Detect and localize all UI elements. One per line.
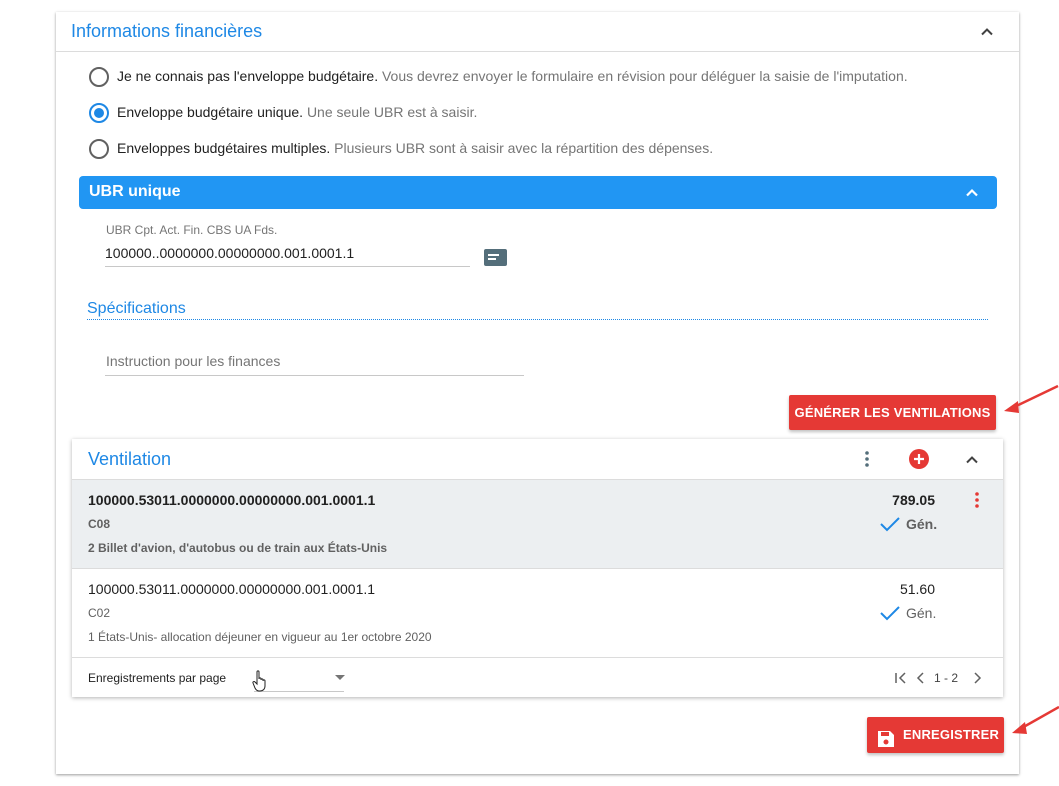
table-footer: Enregistrements par page 1 - 2 xyxy=(72,658,1003,697)
generate-ventilations-button[interactable]: GÉNÉRER LES VENTILATIONS xyxy=(789,395,996,430)
ventilation-card: Ventilation 100000.53011.0000000.0000000… xyxy=(72,439,1003,697)
row-amount: 51.60 xyxy=(899,581,935,597)
row-code: C08 xyxy=(88,517,111,531)
section-title: Informations financières xyxy=(71,21,263,41)
option-label: Enveloppe budgétaire unique. xyxy=(117,104,304,120)
row-amount: 789.05 xyxy=(892,492,935,508)
check-icon xyxy=(880,606,900,621)
first-page-icon[interactable] xyxy=(894,671,908,688)
option-hint: Plusieurs UBR sont à saisir avec la répa… xyxy=(334,140,714,156)
ventilation-title: Ventilation xyxy=(88,449,172,469)
radio-multiple[interactable] xyxy=(89,139,109,159)
card-header: Informations financières xyxy=(56,12,1019,52)
option-label: Enveloppes budgétaires multiples. xyxy=(117,140,331,156)
radio-single[interactable] xyxy=(89,103,109,123)
row-ubr: 100000.53011.0000000.00000000.001.0001.1 xyxy=(88,581,376,597)
option-hint: Vous devrez envoyer le formulaire en rév… xyxy=(381,68,908,84)
save-button[interactable]: ENREGISTRER xyxy=(867,717,1004,753)
ventilation-row[interactable]: 100000.53011.0000000.00000000.001.0001.1… xyxy=(72,480,1003,568)
collapse-ubr-icon[interactable] xyxy=(960,181,984,205)
specifications-title: Spécifications xyxy=(87,300,186,317)
finance-instruction-input[interactable]: Instruction pour les finances xyxy=(106,353,280,369)
row-ubr: 100000.53011.0000000.00000000.001.0001.1 xyxy=(88,492,376,508)
prev-page-icon[interactable] xyxy=(914,671,926,688)
row-code: C02 xyxy=(88,606,111,620)
collapse-section-icon[interactable] xyxy=(975,20,999,44)
row-description: 1 États-Unis- allocation déjeuner en vig… xyxy=(88,630,432,644)
ubr-field-label: UBR Cpt. Act. Fin. CBS UA Fds. xyxy=(106,223,278,237)
ubr-panel-header[interactable]: UBR unique xyxy=(79,176,997,209)
ubr-lookup-icon[interactable] xyxy=(484,249,507,266)
annotation-arrow-icon xyxy=(1012,705,1059,734)
radio-unknown[interactable] xyxy=(89,67,109,87)
dropdown-arrow-icon[interactable] xyxy=(335,675,345,680)
more-vert-icon[interactable] xyxy=(857,449,877,469)
next-page-icon[interactable] xyxy=(972,671,984,688)
ventilation-row[interactable]: 100000.53011.0000000.00000000.001.0001.1… xyxy=(72,569,1003,657)
ubr-field[interactable]: 100000..0000000.00000000.001.0001.1 xyxy=(105,245,354,261)
hand-cursor-icon xyxy=(252,670,268,697)
save-label: ENREGISTRER xyxy=(903,727,1000,742)
annotation-arrow-icon xyxy=(1004,384,1059,413)
option-label: Je ne connais pas l'enveloppe budgétaire… xyxy=(117,68,379,84)
ubr-panel-title: UBR unique xyxy=(89,183,181,200)
collapse-ventilation-icon[interactable] xyxy=(960,448,984,472)
check-icon xyxy=(880,517,900,532)
option-hint: Une seule UBR est à saisir. xyxy=(306,104,478,120)
row-description: 2 Billet d'avion, d'autobus ou de train … xyxy=(88,541,388,555)
page-range: 1 - 2 xyxy=(934,671,959,685)
row-menu-icon[interactable] xyxy=(967,490,987,510)
add-circle-icon[interactable] xyxy=(909,449,929,469)
financial-info-card: Informations financières Je ne connais p… xyxy=(56,12,1019,774)
records-per-page-label: Enregistrements par page xyxy=(88,671,227,685)
save-icon xyxy=(877,726,895,747)
